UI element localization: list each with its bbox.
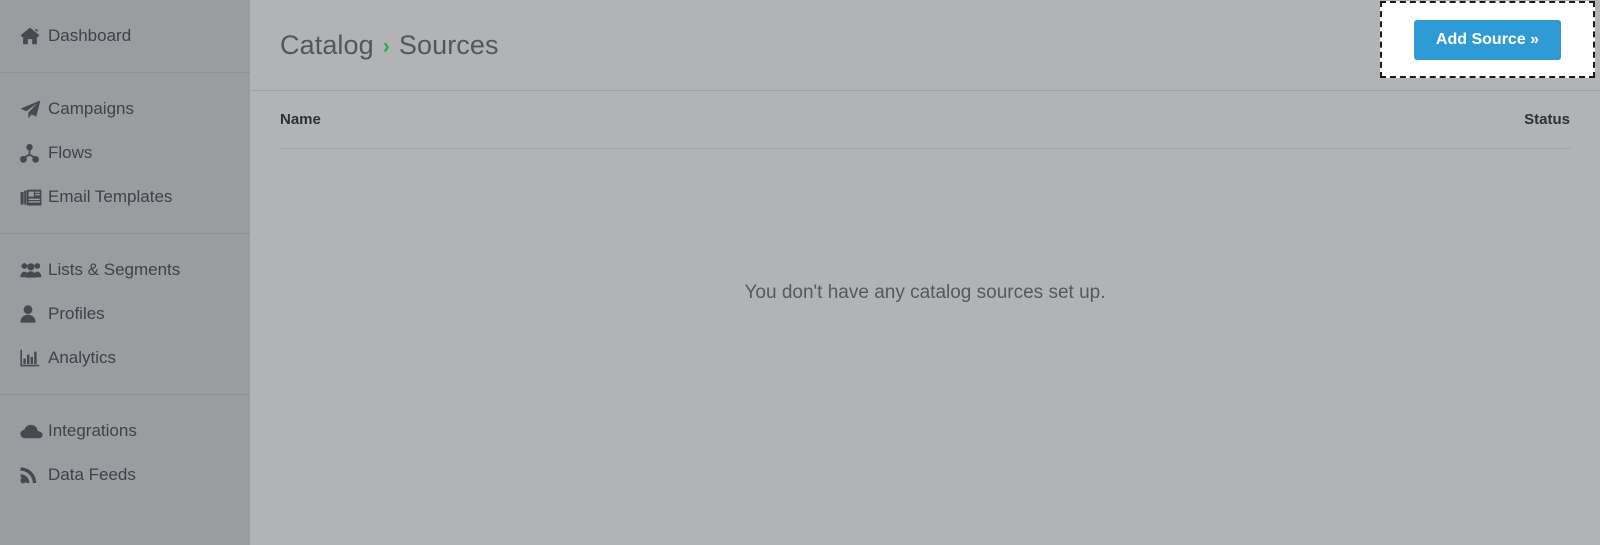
sidebar-group-audience: Lists & Segments Profiles Analytics — [0, 234, 250, 394]
sidebar-item-label: Lists & Segments — [48, 260, 181, 279]
sidebar-item-campaigns[interactable]: Campaigns — [0, 87, 250, 131]
column-header-status: Status — [1524, 111, 1570, 128]
sidebar-item-label: Email Templates — [48, 187, 173, 206]
home-icon — [20, 27, 48, 45]
sidebar-item-label: Analytics — [48, 348, 117, 367]
column-header-name: Name — [280, 111, 321, 128]
sidebar-group-messaging: Campaigns Flows Email Templates — [0, 73, 250, 233]
paper-plane-icon — [20, 99, 48, 119]
sidebar-item-lists-segments[interactable]: Lists & Segments — [0, 248, 250, 292]
sidebar-item-profiles[interactable]: Profiles — [0, 292, 250, 336]
sources-table: Name Status You don't have any catalog s… — [250, 91, 1600, 304]
sidebar-item-label: Data Feeds — [48, 465, 136, 484]
bar-chart-icon — [20, 349, 48, 367]
rss-icon — [20, 466, 48, 484]
sitemap-icon — [20, 143, 48, 163]
sidebar-item-analytics[interactable]: Analytics — [0, 336, 250, 380]
add-source-button[interactable]: Add Source » — [1413, 19, 1562, 60]
sidebar-item-label: Profiles — [48, 304, 105, 323]
sidebar-item-label: Integrations — [48, 421, 137, 440]
empty-state-message: You don't have any catalog sources set u… — [744, 282, 1106, 303]
users-icon — [20, 262, 48, 278]
chevron-right-icon: › — [382, 34, 390, 58]
sidebar-item-data-feeds[interactable]: Data Feeds — [0, 453, 250, 497]
table-header-row: Name Status — [280, 91, 1570, 149]
sidebar-item-integrations[interactable]: Integrations — [0, 409, 250, 453]
sidebar-item-flows[interactable]: Flows — [0, 131, 250, 175]
sidebar-item-label: Dashboard — [48, 26, 132, 45]
sidebar-group-data: Integrations Data Feeds — [0, 395, 250, 511]
add-source-highlight-box: Add Source » — [1380, 1, 1595, 78]
cloud-icon — [20, 424, 48, 439]
sidebar-item-label: Campaigns — [48, 99, 134, 118]
sidebar-item-label: Flows — [48, 143, 93, 162]
sidebar-group-primary: Dashboard — [0, 0, 250, 72]
user-icon — [20, 305, 48, 323]
breadcrumb: Catalog › Sources — [250, 30, 499, 61]
breadcrumb-parent[interactable]: Catalog — [280, 30, 374, 61]
main-content: Catalog › Sources Add Source » Name Stat… — [250, 0, 1600, 545]
breadcrumb-current: Sources — [398, 29, 499, 60]
page-header: Catalog › Sources Add Source » — [250, 0, 1600, 91]
app-root: Dashboard Campaigns Flows Email Template… — [0, 0, 1600, 545]
sidebar: Dashboard Campaigns Flows Email Template… — [0, 0, 250, 545]
sidebar-item-email-templates[interactable]: Email Templates — [0, 175, 250, 219]
newspaper-icon — [20, 189, 48, 206]
sidebar-item-dashboard[interactable]: Dashboard — [0, 14, 250, 58]
